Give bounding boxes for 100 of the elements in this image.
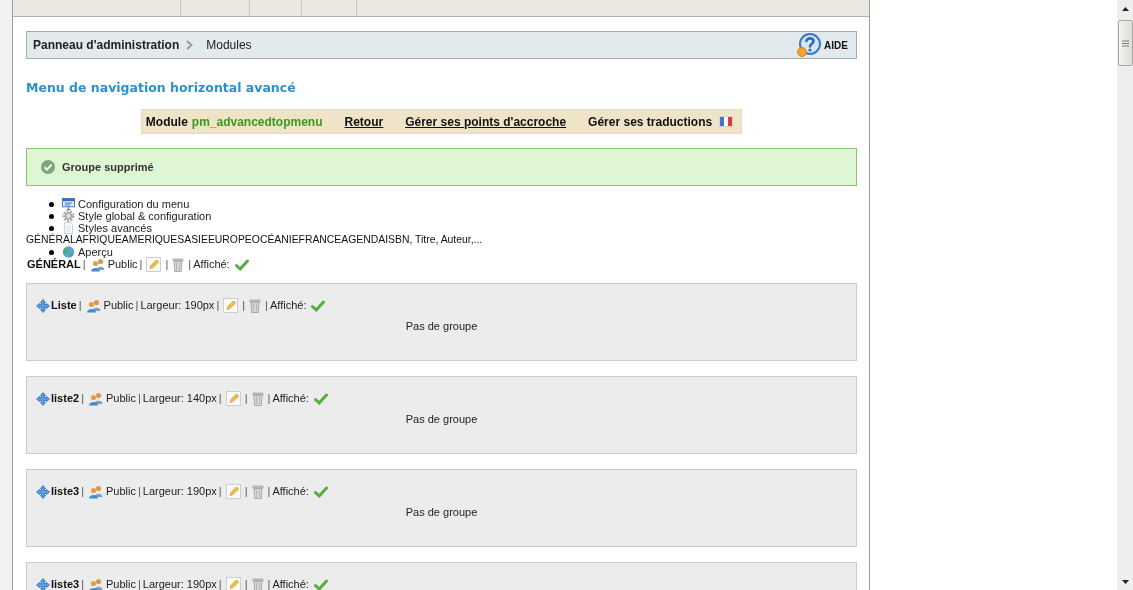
separator-text: | bbox=[137, 392, 141, 405]
toolbar-link[interactable]: Retour bbox=[344, 114, 384, 129]
move-icon[interactable] bbox=[36, 577, 50, 590]
separator-text: | bbox=[242, 299, 246, 312]
width-text: Largeur: 140px bbox=[142, 392, 217, 405]
menu-preview-link[interactable]: EUROPE bbox=[207, 234, 252, 246]
config-menu-link[interactable]: Configuration du menu bbox=[78, 198, 190, 210]
separator-text: | bbox=[244, 485, 248, 498]
alert-message: Groupe supprimé bbox=[62, 161, 154, 173]
access-text: Public bbox=[103, 299, 134, 312]
up-arrow-icon bbox=[1121, 6, 1129, 11]
menu-preview-link[interactable]: AGENDA bbox=[341, 234, 386, 246]
layout-icon bbox=[62, 198, 75, 210]
trash-icon[interactable] bbox=[251, 484, 264, 499]
menu-preview-link[interactable]: GÉNÉRAL bbox=[26, 234, 76, 246]
page-title: Menu de navigation horizontal avancé bbox=[26, 80, 297, 96]
bullet-icon bbox=[49, 201, 54, 207]
flag-icon bbox=[719, 116, 734, 127]
edit-icon[interactable] bbox=[225, 484, 241, 499]
menu-preview-link[interactable]: ASIE bbox=[184, 234, 208, 246]
trash-icon[interactable] bbox=[251, 577, 264, 590]
displayed-label: Affiché: bbox=[269, 299, 307, 312]
move-icon[interactable] bbox=[36, 298, 50, 313]
toolbar-link[interactable]: Gérer ses points d'accroche bbox=[405, 114, 567, 129]
separator-text: | bbox=[139, 258, 143, 271]
scrollbar-thumb[interactable] bbox=[1117, 20, 1133, 66]
help-icon bbox=[797, 33, 822, 57]
trash-icon[interactable] bbox=[249, 298, 262, 313]
separator-text: | bbox=[81, 485, 84, 498]
separator-text: | bbox=[244, 392, 248, 405]
module-name: pm_advancedtopmenu bbox=[191, 114, 323, 129]
chevron-right-icon bbox=[186, 40, 194, 50]
separator-text: | bbox=[267, 392, 271, 405]
separator-text: | bbox=[267, 578, 271, 590]
users-icon bbox=[85, 298, 102, 313]
separator-text: | bbox=[135, 299, 139, 312]
language-menu[interactable]: Gérer ses traductions bbox=[588, 114, 734, 129]
bullet-icon bbox=[49, 225, 54, 231]
menu-preview-link[interactable]: AFRIQUE bbox=[75, 234, 122, 246]
document-icon bbox=[62, 222, 75, 234]
empty-group-text: Pas de groupe bbox=[405, 413, 478, 425]
breadcrumb-link[interactable]: Panneau d'administration bbox=[33, 38, 180, 52]
bullet-icon bbox=[49, 213, 54, 219]
grip-icon bbox=[1121, 39, 1129, 47]
separator-text: | bbox=[137, 578, 141, 590]
edit-icon[interactable] bbox=[225, 577, 241, 590]
bullet-icon bbox=[49, 249, 54, 255]
separator-text: | bbox=[81, 392, 84, 405]
trash-icon[interactable] bbox=[172, 257, 185, 272]
config-menu-link[interactable]: Styles avancés bbox=[78, 222, 152, 234]
empty-group-text: Pas de groupe bbox=[405, 320, 478, 332]
menu-preview-link[interactable]: FRANCE bbox=[298, 234, 342, 246]
separator-text: | bbox=[165, 258, 169, 271]
users-icon bbox=[88, 484, 104, 499]
width-text: Largeur: 190px bbox=[142, 578, 217, 590]
search-hint-text: ISBN, Titre, Auteur,... bbox=[385, 234, 483, 246]
separator-text: | bbox=[216, 299, 220, 312]
displayed-label: Affiché: bbox=[272, 578, 309, 590]
access-text: Public bbox=[106, 578, 136, 590]
help-link[interactable]: AIDE bbox=[797, 33, 848, 57]
separator-text: | bbox=[265, 299, 268, 312]
move-icon[interactable] bbox=[36, 484, 50, 499]
globe-icon bbox=[62, 246, 75, 258]
move-icon[interactable] bbox=[36, 391, 50, 406]
displayed-label: Affiché: bbox=[272, 485, 309, 498]
edit-icon[interactable] bbox=[223, 298, 239, 313]
edit-icon[interactable] bbox=[146, 257, 162, 272]
width-text: Largeur: 190px bbox=[142, 485, 217, 498]
separator-text: | bbox=[218, 578, 222, 590]
separator-text: | bbox=[218, 485, 222, 498]
separator-text: | bbox=[267, 485, 271, 498]
item-name: liste3 bbox=[51, 578, 80, 590]
separator-text: | bbox=[188, 258, 192, 271]
displayed-label: Affiché: bbox=[272, 392, 309, 405]
separator-text: | bbox=[244, 578, 248, 590]
menu-preview-link[interactable]: AMERIQUES bbox=[121, 234, 185, 246]
edit-icon[interactable] bbox=[225, 391, 241, 406]
gear-icon bbox=[62, 210, 75, 222]
users-icon bbox=[88, 577, 104, 590]
width-text: Largeur: 190px bbox=[140, 299, 215, 312]
config-menu-link[interactable]: Style global & configuration bbox=[78, 210, 212, 222]
separator-text: | bbox=[137, 485, 141, 498]
empty-group-text: Pas de groupe bbox=[405, 506, 478, 518]
displayed-label: Affiché: bbox=[193, 258, 230, 271]
access-text: Public bbox=[106, 392, 136, 405]
module-label: Module bbox=[145, 114, 188, 129]
config-menu-link[interactable]: Aperçu bbox=[78, 246, 113, 258]
access-text: Public bbox=[106, 485, 136, 498]
breadcrumb-current: Modules bbox=[206, 38, 252, 52]
separator-text: | bbox=[81, 578, 84, 590]
trash-icon[interactable] bbox=[251, 391, 264, 406]
separator-text: | bbox=[78, 299, 82, 312]
users-icon bbox=[89, 257, 106, 272]
menu-preview-link[interactable]: OCÉANIE bbox=[251, 234, 299, 246]
separator-text: | bbox=[218, 392, 222, 405]
users-icon bbox=[88, 391, 104, 406]
item-name: Liste bbox=[51, 299, 77, 312]
separator-text: | bbox=[82, 258, 86, 271]
down-arrow-icon bbox=[1121, 579, 1129, 584]
access-text: Public bbox=[107, 258, 138, 271]
